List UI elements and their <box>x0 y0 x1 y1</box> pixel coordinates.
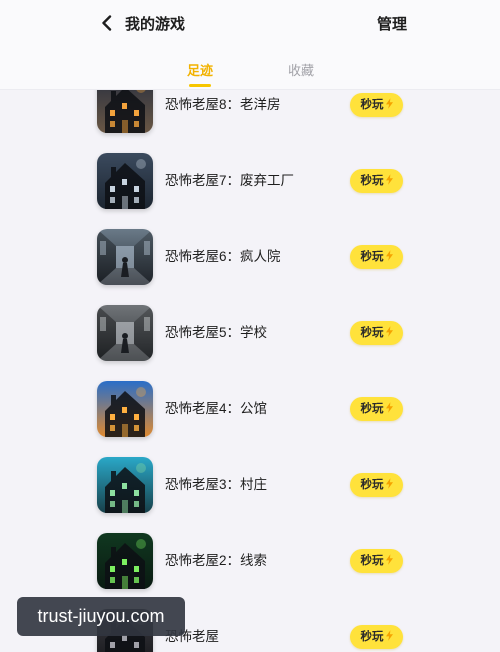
game-title: 恐怖老屋8：老洋房 <box>165 97 281 112</box>
instant-play-button[interactable]: 秒玩 <box>350 549 403 573</box>
page-title: 我的游戏 <box>125 16 186 33</box>
game-title: 恐怖老屋4：公馆 <box>165 401 268 416</box>
game-title: 恐怖老屋6：疯人院 <box>165 249 281 264</box>
abandoned-factory-icon[interactable] <box>97 153 153 209</box>
game-list-viewport[interactable]: 恐怖老屋8：老洋房 秒玩 恐怖老屋7：废弃工厂 秒玩 恐怖老屋6：疯人院 秒玩 恐怖老屋5：… <box>0 90 500 652</box>
lightning-icon <box>385 172 393 190</box>
top-bar: 我的游戏 管理 足迹 收藏 <box>0 0 500 90</box>
my-games-screen: { "header": { "back_icon": "chevron-left… <box>0 0 500 652</box>
instant-play-button[interactable]: 秒玩 <box>350 473 403 497</box>
old-mansion-icon[interactable] <box>97 90 153 133</box>
instant-play-label: 秒玩 <box>360 555 384 567</box>
game-row[interactable]: 恐怖老屋6：疯人院 秒玩 <box>0 219 500 295</box>
instant-play-label: 秒玩 <box>360 327 384 339</box>
lightning-icon <box>385 476 393 494</box>
lightning-icon <box>385 324 393 342</box>
tab-footprint[interactable]: 足迹 <box>187 62 213 80</box>
instant-play-button[interactable]: 秒玩 <box>350 397 403 421</box>
instant-play-button[interactable]: 秒玩 <box>350 93 403 117</box>
glowing-house-icon[interactable] <box>97 533 153 589</box>
instant-play-label: 秒玩 <box>360 479 384 491</box>
back-button[interactable] <box>97 14 115 36</box>
game-title: 恐怖老屋3：村庄 <box>165 477 268 492</box>
game-row[interactable]: 恐怖老屋7：废弃工厂 秒玩 <box>0 143 500 219</box>
instant-play-button[interactable]: 秒玩 <box>350 625 403 649</box>
watermark: trust-jiuyou.com <box>17 597 185 636</box>
school-corridor-icon[interactable] <box>97 305 153 361</box>
village-house-icon[interactable] <box>97 457 153 513</box>
active-tab-indicator <box>189 84 211 87</box>
instant-play-label: 秒玩 <box>360 631 384 643</box>
instant-play-label: 秒玩 <box>360 251 384 263</box>
instant-play-label: 秒玩 <box>360 99 384 111</box>
game-list: 恐怖老屋8：老洋房 秒玩 恐怖老屋7：废弃工厂 秒玩 恐怖老屋6：疯人院 秒玩 恐怖老屋5：… <box>0 90 500 652</box>
game-row[interactable]: 恐怖老屋2：线索 秒玩 <box>0 523 500 599</box>
game-title: 恐怖老屋2：线索 <box>165 553 268 568</box>
lightning-icon <box>385 400 393 418</box>
instant-play-label: 秒玩 <box>360 175 384 187</box>
instant-play-label: 秒玩 <box>360 403 384 415</box>
game-title: 恐怖老屋7：废弃工厂 <box>165 173 295 188</box>
lightning-icon <box>385 552 393 570</box>
lightning-icon <box>385 628 393 646</box>
instant-play-button[interactable]: 秒玩 <box>350 245 403 269</box>
manage-button[interactable]: 管理 <box>377 15 407 35</box>
lightning-icon <box>385 96 393 114</box>
asylum-corridor-icon[interactable] <box>97 229 153 285</box>
instant-play-button[interactable]: 秒玩 <box>350 169 403 193</box>
game-row[interactable]: 恐怖老屋4：公馆 秒玩 <box>0 371 500 447</box>
game-title: 恐怖老屋5：学校 <box>165 325 268 340</box>
chevron-left-icon <box>101 14 112 36</box>
game-row[interactable]: 恐怖老屋8：老洋房 秒玩 <box>0 90 500 143</box>
game-row[interactable]: 恐怖老屋5：学校 秒玩 <box>0 295 500 371</box>
instant-play-button[interactable]: 秒玩 <box>350 321 403 345</box>
manor-icon[interactable] <box>97 381 153 437</box>
lightning-icon <box>385 248 393 266</box>
tab-favorites[interactable]: 收藏 <box>288 62 314 80</box>
game-row[interactable]: 恐怖老屋3：村庄 秒玩 <box>0 447 500 523</box>
